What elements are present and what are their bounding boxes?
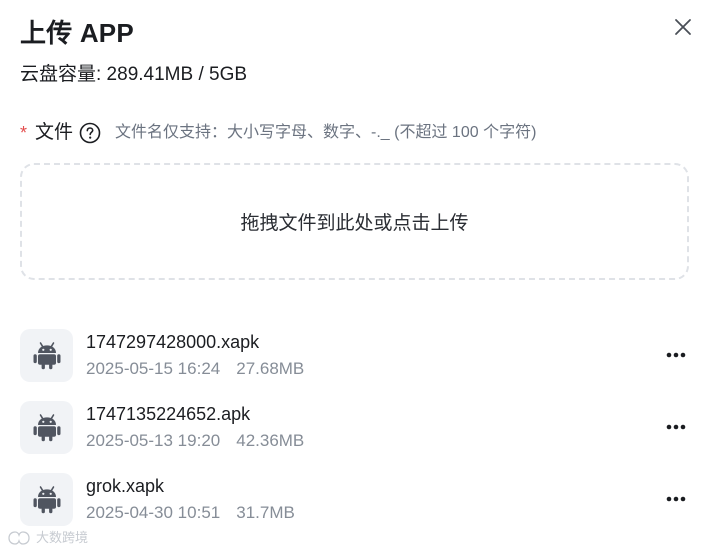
file-meta: 2025-05-13 19:20 42.36MB [86,430,304,452]
more-horizontal-icon [666,496,686,502]
file-name-hint: 文件名仅支持：大小写字母、数字、-._ (不超过 100 个字符) [115,124,537,141]
watermark-text: 大数跨境 [36,530,89,545]
more-actions-button[interactable] [664,417,688,437]
more-actions-button[interactable] [664,345,688,365]
file-list-item[interactable]: 1747297428000.xapk 2025-05-15 16:24 27.68… [20,328,694,382]
dialog-title: 上传 APP [20,18,134,48]
required-mark: * [20,123,28,143]
watermark-logo-icon [8,531,30,545]
more-horizontal-icon [666,352,686,358]
android-icon [33,414,60,442]
file-datetime: 2025-05-15 16:24 [86,359,221,378]
file-thumbnail [20,400,73,454]
file-datetime: 2025-05-13 19:20 [86,431,221,450]
file-name: grok.xapk [86,476,165,496]
file-field-label: 文件 [35,122,74,143]
file-list-item[interactable]: grok.xapk 2025-04-30 10:51 31.7MB [20,472,694,526]
storage-capacity: 云盘容量: 289.41MB / 5GB [20,64,248,85]
file-list: 1747297428000.xapk 2025-05-15 16:24 27.68… [20,328,694,544]
file-size: 27.68MB [236,359,305,378]
android-icon [33,486,60,514]
close-icon [675,19,691,35]
android-icon [33,342,60,370]
file-size: 42.36MB [236,431,305,450]
upload-app-dialog: 上传 APP 云盘容量: 289.41MB / 5GB * 文件 文件名仅支持：… [0,0,714,552]
file-meta: 2025-05-15 16:24 27.68MB [86,358,304,380]
more-actions-button[interactable] [664,489,688,509]
file-size: 31.7MB [236,503,295,522]
dropzone-text: 拖拽文件到此处或点击上传 [240,213,469,234]
file-list-item[interactable]: 1747135224652.apk 2025-05-13 19:20 42.36M… [20,400,694,454]
file-field-label-row: * 文件 文件名仅支持：大小写字母、数字、-._ (不超过 100 个字符) [20,119,536,147]
file-meta: 2025-04-30 10:51 31.7MB [86,502,295,524]
file-thumbnail [20,472,73,526]
file-datetime: 2025-04-30 10:51 [86,503,221,522]
more-horizontal-icon [666,424,686,430]
file-thumbnail [20,328,73,382]
close-button[interactable] [670,14,696,40]
help-icon[interactable] [79,122,101,144]
file-name: 1747297428000.xapk [86,332,260,352]
file-name: 1747135224652.apk [86,404,251,424]
watermark: 大数跨境 [6,529,88,547]
upload-dropzone[interactable]: 拖拽文件到此处或点击上传 [20,163,689,280]
